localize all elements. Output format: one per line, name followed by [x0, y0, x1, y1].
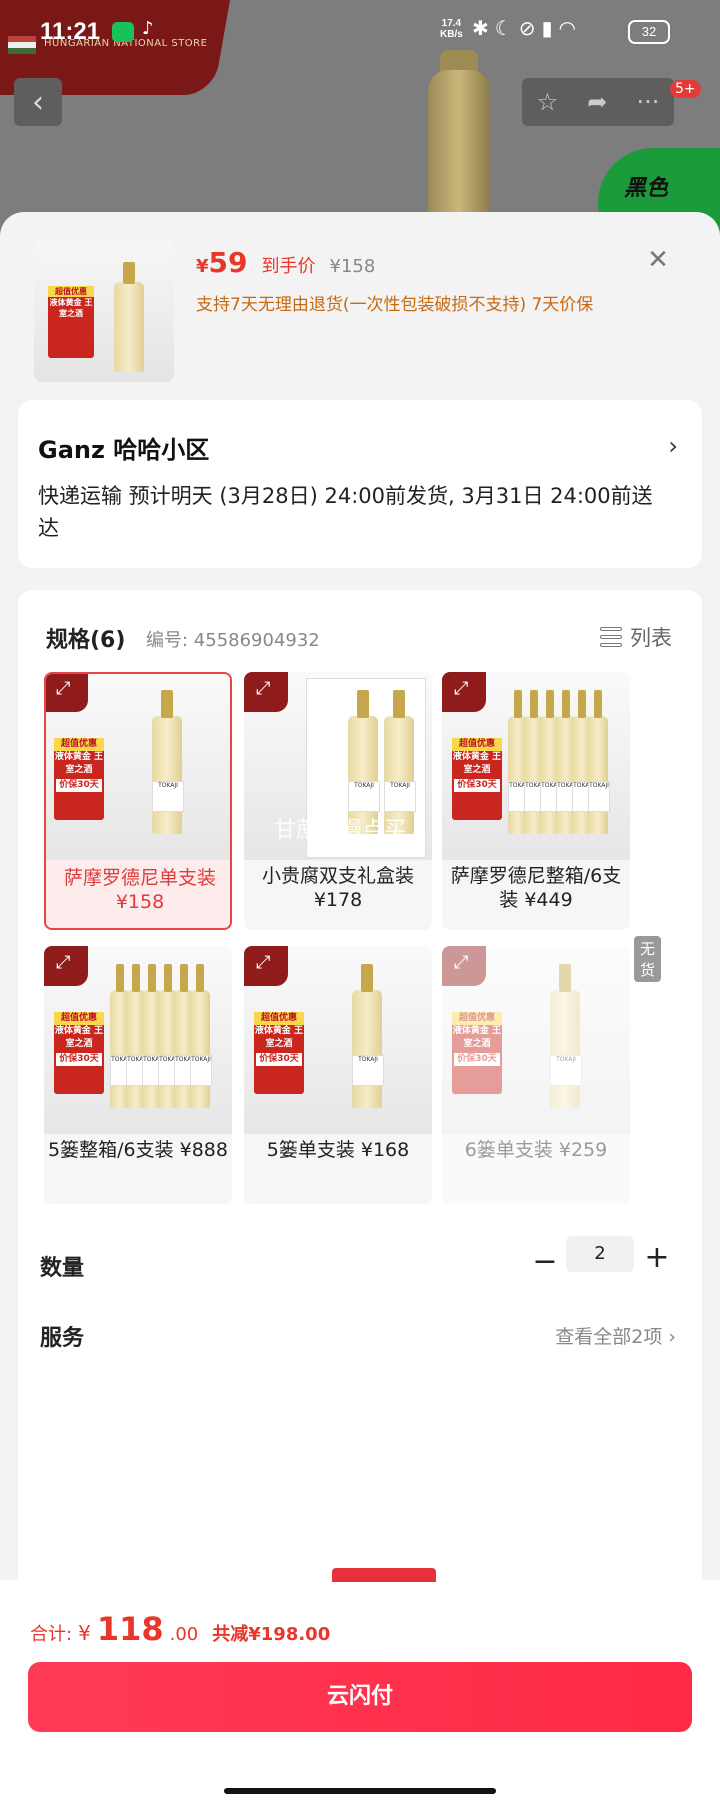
share-icon[interactable]: ➦	[587, 88, 607, 116]
expand-icon[interactable]	[46, 674, 88, 712]
spec-card: 规格(6) 编号: 45586904932 列表 超值优惠液体黄金 王室之酒价保…	[18, 590, 702, 1600]
spec-option[interactable]: 超值优惠液体黄金 王室之酒价保30天 TOKAJI 6篓单支装 ¥259	[442, 946, 630, 1204]
order-total: 合计: ¥118.00 共减¥198.00	[30, 1610, 331, 1648]
product-thumbnail[interactable]: 超值优惠 液体黄金 王室之酒	[34, 242, 174, 382]
expand-icon[interactable]	[44, 946, 88, 986]
total-saving: 共减¥198.00	[212, 1624, 331, 1645]
recipient-address: Ganz 哈哈小区	[38, 436, 210, 464]
checkout-footer: 合计: ¥118.00 共减¥198.00 云闪付	[0, 1568, 720, 1812]
moon-icon: ☾	[494, 16, 519, 40]
shipping-estimate: 快递运输 预计明天 (3月28日) 24:00前发货, 3月31日 24:00前…	[38, 484, 653, 540]
spec-option[interactable]: 超值优惠液体黄金 王室之酒价保30天 TOKAJI 5篓单支装 ¥168	[244, 946, 432, 1204]
network-speed: 17.4 KB/s	[440, 18, 463, 40]
option-label: 5篓整箱/6支装 ¥888	[48, 1139, 228, 1161]
status-icons: ✱☾⊘▮◠	[472, 16, 582, 40]
sku-sheet: 超值优惠 液体黄金 王室之酒 ¥59 到手价 ¥158 支持7天无理由退货(一次性…	[0, 212, 720, 1812]
product-code: 编号: 45586904932	[146, 630, 320, 651]
close-button[interactable]: ✕	[642, 244, 674, 276]
watermark: 甘蔗要慢点买	[274, 818, 407, 843]
status-bar: 11:21 ♪ 17.4 KB/s ✱☾⊘▮◠ 32	[0, 0, 720, 60]
chevron-right-icon: ›	[668, 432, 678, 460]
price-row: ¥59 到手价 ¥158	[196, 246, 375, 279]
option-image: 超值优惠液体黄金 王室之酒价保30天 TOKAJI	[442, 946, 630, 1134]
spec-title: 规格(6)	[46, 628, 126, 653]
battery-icon: 32	[628, 20, 670, 44]
address-card[interactable]: Ganz 哈哈小区 › 快递运输 预计明天 (3月28日) 24:00前发货, …	[18, 400, 702, 568]
option-label: 萨摩罗德尼整箱/6支装 ¥449	[450, 865, 622, 911]
original-price: ¥158	[329, 256, 376, 277]
signal-icon: ▮	[541, 16, 559, 40]
service-label: 服务	[40, 1326, 85, 1351]
spec-option[interactable]: 超值优惠液体黄金 王室之酒价保30天TOKAJITOKAJITOKAJITOKA…	[44, 946, 232, 1204]
mute-icon: ⊘	[518, 16, 542, 40]
return-policy: 支持7天无理由退货(一次性包装破损不支持) 7天价保	[196, 295, 594, 315]
promo-tag: 超值优惠 液体黄金 王室之酒 价保30天	[54, 738, 104, 820]
tiktok-icon: ♪	[142, 18, 154, 39]
promo-tag: 超值优惠 液体黄金 王室之酒 价保30天	[452, 1012, 502, 1094]
wifi-icon: ◠	[558, 16, 582, 40]
message-badge: 5+	[670, 80, 701, 98]
final-price: ¥59	[196, 246, 248, 279]
option-image: 超值优惠液体黄金 王室之酒价保30天TOKAJITOKAJITOKAJITOKA…	[44, 946, 232, 1134]
expand-icon[interactable]	[244, 672, 288, 712]
option-image: 超值优惠液体黄金 王室之酒价保30天 TOKAJI	[46, 674, 230, 860]
bottle-image	[114, 262, 144, 372]
list-view-toggle[interactable]: 列表	[600, 622, 672, 652]
promo-tag: 超值优惠 液体黄金 王室之酒	[48, 286, 94, 358]
service-link[interactable]: 查看全部2项 ›	[555, 1322, 676, 1349]
home-indicator	[224, 1788, 496, 1794]
option-label: 小贵腐双支礼盒装 ¥178	[261, 865, 414, 911]
bottle-image: TOKAJI	[190, 964, 212, 1108]
quantity-input[interactable]: 2	[566, 1236, 634, 1272]
final-price-tag: 到手价	[261, 256, 316, 277]
promo-tag: 超值优惠 液体黄金 王室之酒 价保30天	[452, 738, 502, 820]
promo-text: 黑色	[624, 176, 669, 201]
more-icon[interactable]: ···	[637, 88, 660, 116]
expand-icon[interactable]	[244, 946, 288, 986]
top-actions: ☆ ➦ ···	[522, 78, 674, 126]
option-label: 5篓单支装 ¥168	[266, 1139, 410, 1161]
pay-button[interactable]: 云闪付	[28, 1662, 692, 1732]
chevron-left-icon: ‹	[32, 84, 44, 120]
expand-icon[interactable]	[442, 672, 486, 712]
quantity-label: 数量	[40, 1256, 85, 1281]
expand-icon[interactable]	[442, 946, 486, 986]
wechat-icon	[112, 22, 134, 42]
option-image: 超值优惠液体黄金 王室之酒价保30天 TOKAJI	[244, 946, 432, 1134]
promo-strip	[332, 1568, 436, 1582]
promo-tag: 超值优惠 液体黄金 王室之酒 价保30天	[254, 1012, 304, 1094]
plus-icon[interactable]: +	[642, 1240, 672, 1275]
bottle-image: TOKAJI	[352, 964, 384, 1108]
list-icon	[600, 627, 622, 647]
bottle-image: TOKAJI	[588, 690, 610, 834]
spec-option[interactable]: TOKAJITOKAJI小贵腐双支礼盒装 ¥178	[244, 672, 432, 930]
star-icon[interactable]: ☆	[537, 88, 559, 116]
out-of-stock-badge: 无货	[634, 936, 662, 982]
bottle-image: TOKAJI	[152, 690, 184, 834]
close-icon: ✕	[647, 245, 669, 275]
option-image: 超值优惠液体黄金 王室之酒价保30天TOKAJITOKAJITOKAJITOKA…	[442, 672, 630, 860]
minus-icon[interactable]: −	[530, 1244, 560, 1279]
spec-option[interactable]: 超值优惠液体黄金 王室之酒价保30天TOKAJITOKAJITOKAJITOKA…	[442, 672, 630, 930]
chevron-right-icon: ›	[668, 1326, 676, 1348]
spec-option[interactable]: 超值优惠液体黄金 王室之酒价保30天 TOKAJI 萨摩罗德尼单支装 ¥158	[44, 672, 232, 930]
option-label: 萨摩罗德尼单支装 ¥158	[63, 867, 216, 913]
clock: 11:21	[40, 18, 101, 45]
back-button[interactable]: ‹	[14, 78, 62, 126]
option-label: 6篓单支装 ¥259	[464, 1139, 608, 1161]
promo-tag: 超值优惠 液体黄金 王室之酒 价保30天	[54, 1012, 104, 1094]
bottle-image: TOKAJI	[550, 964, 582, 1108]
bluetooth-icon: ✱	[472, 16, 495, 40]
